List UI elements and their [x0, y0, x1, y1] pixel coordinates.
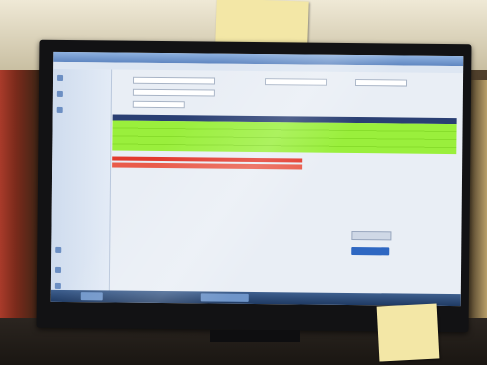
monitor-stand: [210, 330, 300, 342]
sticky-note-bottom: [376, 303, 440, 362]
screen-glare: [50, 51, 464, 307]
bookshelf-left: [0, 70, 40, 330]
sticky-note-top: [215, 0, 309, 46]
